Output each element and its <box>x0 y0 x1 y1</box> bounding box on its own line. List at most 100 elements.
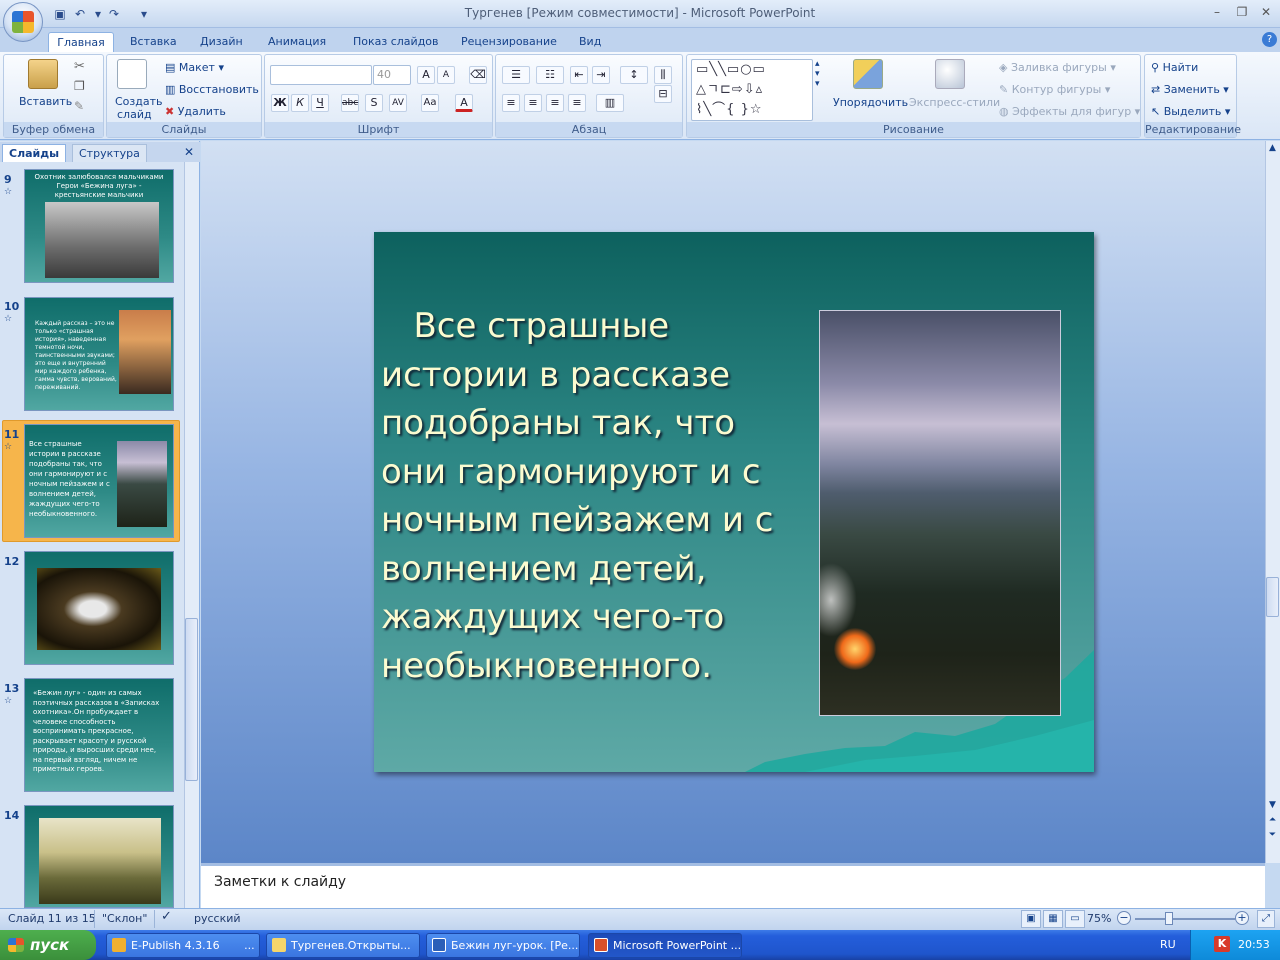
previous-slide-icon[interactable]: ⏶ <box>1266 815 1279 825</box>
strikethrough-icon[interactable]: abc <box>341 94 359 112</box>
tab-view[interactable]: Вид <box>579 32 601 52</box>
scroll-down-icon[interactable]: ▼ <box>1266 800 1279 810</box>
panel-scrollbar[interactable] <box>184 162 199 908</box>
new-slide-button[interactable]: Создать <box>115 95 163 108</box>
shrink-font-icon[interactable]: A <box>437 66 455 84</box>
increase-indent-icon[interactable]: ⇥ <box>592 66 610 84</box>
slideshow-view-icon[interactable]: ▭ <box>1065 910 1085 928</box>
zoom-out-icon[interactable]: − <box>1117 911 1131 925</box>
tab-slides[interactable]: Слайды <box>2 144 67 162</box>
paste-button[interactable]: Вставить <box>19 95 72 108</box>
arrange-icon[interactable] <box>853 59 883 89</box>
tab-animation[interactable]: Анимация <box>268 32 326 52</box>
close-icon[interactable]: ✕ <box>1256 5 1276 21</box>
minimize-icon[interactable]: – <box>1207 5 1227 21</box>
normal-view-icon[interactable]: ▣ <box>1021 910 1041 928</box>
zoom-slider-handle[interactable] <box>1165 912 1173 925</box>
tab-outline[interactable]: Структура <box>72 144 147 162</box>
slide-thumbnail-12[interactable] <box>24 551 174 665</box>
tab-home[interactable]: Главная <box>48 32 114 52</box>
shape-outline-button[interactable]: ✎ Контур фигуры ▾ <box>999 83 1110 96</box>
tab-insert[interactable]: Вставка <box>130 32 177 52</box>
taskbar-item-folder[interactable]: Тургенев.Открыты... <box>266 933 420 958</box>
slide-thumbnail-14[interactable] <box>24 805 174 908</box>
numbering-icon[interactable]: ☷ <box>536 66 564 84</box>
tab-review[interactable]: Рецензирование <box>461 32 557 52</box>
align-left-icon[interactable]: ≡ <box>502 94 520 112</box>
copy-icon[interactable]: ❐ <box>74 79 85 93</box>
keyboard-language[interactable]: RU <box>1160 938 1176 951</box>
scroll-up-icon[interactable]: ▲ <box>1266 143 1279 153</box>
slide-thumbnail-10[interactable]: Каждый рассказ – это не только «страшная… <box>24 297 174 411</box>
slide-scrollbar[interactable] <box>1265 141 1280 863</box>
shapes-scroll-icon[interactable]: ▴ ▾ ▾ <box>815 59 820 89</box>
grow-font-icon[interactable]: A <box>417 66 435 84</box>
slide-thumbnail-9[interactable]: Охотник залюбовался мальчиками Герои «Бе… <box>24 169 174 283</box>
select-button[interactable]: ↖ Выделить ▾ <box>1151 105 1230 118</box>
bold-icon[interactable]: Ж <box>271 94 289 112</box>
notes-pane[interactable] <box>201 863 1265 908</box>
quick-styles-button[interactable]: Экспресс-стили <box>909 96 1000 109</box>
clear-format-icon[interactable]: ⌫ <box>469 66 487 84</box>
slide-thumbnail-11[interactable]: Все страшные истории в рассказе подобран… <box>24 424 174 538</box>
shadow-icon[interactable]: S <box>365 94 383 112</box>
language-indicator[interactable]: русский <box>194 912 241 925</box>
taskbar-item-epublish[interactable]: E-Publish 4.3.16 ... <box>106 933 260 958</box>
font-color-icon[interactable]: A <box>455 94 473 112</box>
justify-icon[interactable]: ≡ <box>568 94 586 112</box>
panel-scrollbar-thumb[interactable] <box>185 618 198 781</box>
shape-fill-button[interactable]: ◈ Заливка фигуры ▾ <box>999 61 1116 74</box>
delete-slide-button[interactable]: ✖ Удалить <box>165 105 226 118</box>
new-slide-icon[interactable] <box>117 59 147 89</box>
taskbar-item-word[interactable]: Бежин луг-урок. [Ре... <box>426 933 580 958</box>
spellcheck-icon[interactable]: ✓ <box>161 909 172 924</box>
shapes-gallery[interactable]: ▭╲╲▭○▭ △ㄱ⊏⇨⇩▵ ⌇╲⌒{ }☆ <box>691 59 813 121</box>
text-direction-icon[interactable]: ⫼ <box>654 66 672 84</box>
slide-body-text[interactable]: Все страшные истории в рассказе подобран… <box>381 302 801 690</box>
start-button[interactable]: пуск <box>0 930 96 960</box>
align-right-icon[interactable]: ≡ <box>546 94 564 112</box>
shape-effects-button[interactable]: ◍ Эффекты для фигур ▾ <box>999 105 1140 118</box>
paste-icon[interactable] <box>28 59 58 89</box>
underline-icon[interactable]: Ч <box>311 94 329 112</box>
thumbnail-photo <box>119 310 171 394</box>
notes-placeholder[interactable]: Заметки к слайду <box>214 874 346 890</box>
align-center-icon[interactable]: ≡ <box>524 94 542 112</box>
font-name-field[interactable] <box>270 65 372 85</box>
tab-design[interactable]: Дизайн <box>200 32 243 52</box>
reset-button[interactable]: ▥ Восстановить <box>165 83 259 96</box>
transition-icon: ☆ <box>4 696 13 706</box>
replace-button[interactable]: ⇄ Заменить ▾ <box>1151 83 1229 96</box>
office-button[interactable] <box>3 2 43 42</box>
slide-scrollbar-thumb[interactable] <box>1266 577 1279 617</box>
zoom-in-icon[interactable]: + <box>1235 911 1249 925</box>
arrange-button[interactable]: Упорядочить <box>833 96 908 109</box>
antivirus-icon[interactable]: K <box>1214 936 1230 952</box>
fit-to-window-icon[interactable]: ⤢ <box>1257 910 1275 928</box>
new-slide-button-line2[interactable]: слайд <box>117 108 152 121</box>
panel-close-icon[interactable]: ✕ <box>184 145 194 159</box>
decrease-indent-icon[interactable]: ⇤ <box>570 66 588 84</box>
next-slide-icon[interactable]: ⏷ <box>1266 830 1279 840</box>
bullets-icon[interactable]: ☰ <box>502 66 530 84</box>
zoom-slider[interactable] <box>1135 918 1235 920</box>
italic-icon[interactable]: К <box>291 94 309 112</box>
cut-icon[interactable]: ✂ <box>74 59 85 74</box>
find-button[interactable]: ⚲ Найти <box>1151 61 1198 74</box>
help-icon[interactable]: ? <box>1262 32 1277 47</box>
tab-slideshow[interactable]: Показ слайдов <box>353 32 439 52</box>
change-case-icon[interactable]: Aa <box>421 94 439 112</box>
line-spacing-icon[interactable]: ↕ <box>620 66 648 84</box>
slide-sorter-icon[interactable]: ▦ <box>1043 910 1063 928</box>
font-size-field[interactable]: 40 <box>373 65 411 85</box>
maximize-icon[interactable]: ❐ <box>1232 5 1252 21</box>
zoom-level[interactable]: 75% <box>1087 912 1111 925</box>
align-text-icon[interactable]: ⊟ <box>654 85 672 103</box>
quick-styles-icon[interactable] <box>935 59 965 89</box>
format-painter-icon[interactable]: ✎ <box>74 99 84 113</box>
columns-icon[interactable]: ▥ <box>596 94 624 112</box>
taskbar-item-powerpoint[interactable]: Microsoft PowerPoint ... <box>588 933 742 958</box>
char-spacing-icon[interactable]: AV <box>389 94 407 112</box>
layout-button[interactable]: ▤ Макет ▾ <box>165 61 224 74</box>
slide-thumbnail-13[interactable]: «Бежин луг» - один из самых поэтичных ра… <box>24 678 174 792</box>
